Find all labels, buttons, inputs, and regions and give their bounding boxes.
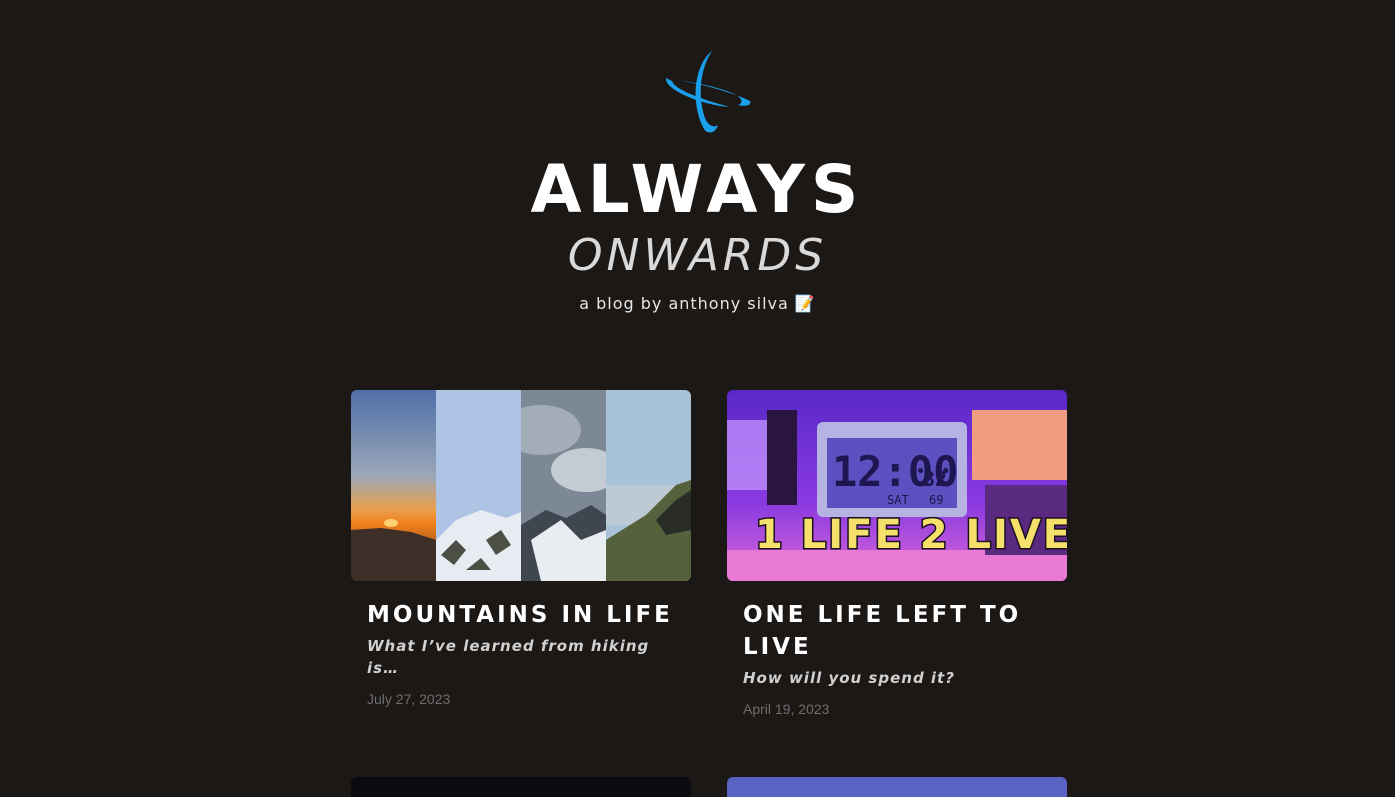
sunset-photo-strip (351, 390, 436, 581)
post-subtitle: What I’ve learned from hiking is… (367, 637, 650, 677)
post-title[interactable]: ONE LIFE LEFT TO LIVE (743, 599, 1051, 663)
site-title[interactable]: ALWAYS (0, 150, 1395, 230)
post-title[interactable]: MOUNTAINS IN LIFE (367, 599, 675, 631)
clock-seconds-text: 32 (923, 467, 947, 491)
site-subtitle[interactable]: ONWARDS (0, 228, 1395, 284)
post-date: July 27, 2023 (367, 691, 451, 707)
clock-day-text: SAT (887, 493, 909, 507)
post-card-partial[interactable] (727, 777, 1067, 797)
post-date: April 19, 2023 (743, 701, 830, 717)
site-tagline: a blog by anthony silva 📝 (579, 294, 816, 313)
post-subtitle: How will you spend it? (743, 669, 955, 687)
post-card-one-life[interactable]: 12:00 32 SAT 69 1 LIFE 2 LIVE ONE LIFE L… (727, 390, 1067, 719)
post-card-mountains[interactable]: MOUNTAINS IN LIFE What I’ve learned from… (351, 390, 691, 709)
alarm-clock-photo: 12:00 32 SAT 69 1 LIFE 2 LIVE (727, 390, 1067, 581)
alarm-clock-image[interactable]: 12:00 32 SAT 69 1 LIFE 2 LIVE (727, 390, 1067, 581)
snowy-rocks-photo-strip (436, 390, 521, 581)
mountain-collage-image[interactable] (351, 390, 691, 581)
post-card-partial[interactable] (351, 777, 691, 797)
orbit-logo-icon[interactable] (660, 45, 756, 137)
green-summit-photo-strip (606, 390, 691, 581)
clock-overlay-text: 1 LIFE 2 LIVE (755, 512, 1067, 558)
cloudy-peaks-photo-strip (521, 390, 606, 581)
clock-temp-text: 69 (929, 493, 943, 507)
